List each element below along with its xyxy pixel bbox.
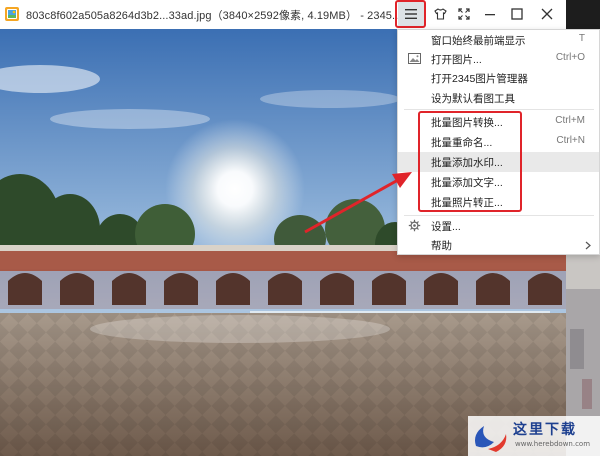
menu-item-shortcut: Ctrl+M [555, 115, 585, 126]
menu-item-settings[interactable]: 设置... [398, 216, 599, 236]
menu-item-always-on-top[interactable]: 窗口始终最前端显示 T [398, 30, 599, 50]
watermark-url: www.herebdown.com [515, 440, 591, 448]
watermark-brand: 这里下载 [513, 422, 577, 438]
menu-item-label: 打开2345图片管理器 [431, 73, 528, 85]
menu-item-open-manager[interactable]: 打开2345图片管理器 [398, 68, 599, 88]
gear-icon [408, 219, 421, 232]
fullscreen-button[interactable] [452, 2, 476, 26]
tshirt-icon [433, 8, 447, 20]
image-icon [408, 53, 421, 64]
menu-item-shortcut: Ctrl+N [556, 135, 585, 146]
menu-item-label: 打开图片... [431, 54, 482, 66]
menu-item-open-image[interactable]: 打开图片... Ctrl+O [398, 49, 599, 69]
maximize-button[interactable] [505, 2, 529, 26]
window-title: 803c8f602a505a8264d3b2...33ad.jpg（3840×2… [26, 10, 402, 22]
menu-button-highlight-box [395, 0, 426, 28]
menu-item-help[interactable]: 帮助 [398, 235, 599, 255]
menu-item-shortcut: T [578, 33, 585, 44]
menu-item-set-default[interactable]: 设为默认看图工具 [398, 88, 599, 108]
app-logo-icon [5, 7, 19, 21]
chevron-right-icon [585, 241, 591, 250]
menu-item-label: 帮助 [431, 240, 452, 252]
menu-item-shortcut: Ctrl+O [555, 52, 585, 63]
minimize-icon [485, 14, 495, 16]
maximize-icon [511, 8, 523, 20]
menu-item-label: 设置... [431, 221, 461, 233]
close-icon [541, 8, 553, 20]
menu-item-label: 窗口始终最前端显示 [431, 35, 526, 47]
close-button[interactable] [535, 2, 559, 26]
skin-button[interactable] [428, 2, 452, 26]
batch-items-highlight-box [418, 111, 522, 212]
menu-item-label: 设为默认看图工具 [431, 93, 515, 105]
menu-separator [404, 109, 594, 110]
window-edge [566, 0, 600, 29]
minimize-button[interactable] [478, 2, 502, 26]
expand-icon [458, 8, 470, 20]
title-bar: 803c8f602a505a8264d3b2...33ad.jpg（3840×2… [0, 0, 600, 29]
